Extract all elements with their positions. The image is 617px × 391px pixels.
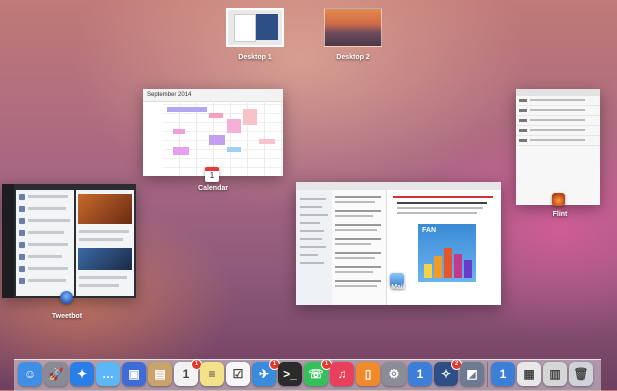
system-preferences-dock-icon[interactable]: ⚙ (382, 362, 406, 386)
fan-promo-image: FAN (418, 224, 476, 282)
reminders-dock-icon[interactable]: ☑ (226, 362, 250, 386)
tweetbot-window[interactable] (2, 184, 136, 298)
calendar-dock-icon[interactable]: 11 (174, 359, 202, 386)
desktop-2-thumbnail[interactable] (324, 8, 382, 47)
ibooks-dock-icon[interactable]: ▯ (356, 362, 380, 386)
itunes-dock-icon[interactable]: ♫ (330, 362, 354, 386)
tweetbot-label: Tweetbot (51, 313, 83, 320)
documents-dock-icon[interactable]: ▦ (517, 362, 541, 386)
tweetbot-app-icon (60, 291, 73, 304)
desktop-1-thumbnail[interactable] (226, 8, 284, 47)
facetime-dock-icon[interactable]: ☏ 1 (304, 359, 332, 386)
notes-dock-icon[interactable]: ≡ (200, 362, 224, 386)
calendar-app-icon: 1 (205, 167, 219, 182)
preview-dock-icon[interactable]: ◩ (460, 362, 484, 386)
desktop-2-label: Desktop 2 (336, 54, 370, 61)
calendar-label: Calendar (198, 185, 228, 192)
mail-label: Mail (391, 284, 405, 291)
rocket-dock-icon[interactable]: ✧ 2 (434, 359, 462, 386)
flint-label: Flint (552, 211, 568, 218)
finder-dock-icon[interactable]: ☺ (18, 362, 42, 386)
desktop-1-label: Desktop 1 (238, 54, 272, 61)
launchpad-dock-icon[interactable]: 🚀 (44, 362, 68, 386)
contacts-dock-icon[interactable]: ▤ (148, 362, 172, 386)
terminal-dock-icon[interactable]: >_ (278, 362, 302, 386)
downloads-dock-icon[interactable]: ▥ (543, 362, 567, 386)
photo-dock-icon[interactable]: ▣ (122, 362, 146, 386)
flint-window[interactable] (516, 89, 600, 205)
trash-dock-icon[interactable]: 🗑 (569, 362, 593, 386)
1password-mini-dock-icon[interactable]: 1 (491, 362, 515, 386)
1password-dock-icon[interactable]: 1 (408, 362, 432, 386)
flint-app-icon (552, 193, 565, 206)
calendar-window[interactable]: September 2014 (143, 89, 283, 176)
dock-separator (487, 362, 488, 387)
messages-dock-icon[interactable]: … (96, 362, 120, 386)
safari-dock-icon[interactable]: ✦ (70, 362, 94, 386)
calendar-month-title: September 2014 (147, 92, 192, 98)
tweetbot-dock-icon[interactable]: ✈ 1 (252, 359, 280, 386)
